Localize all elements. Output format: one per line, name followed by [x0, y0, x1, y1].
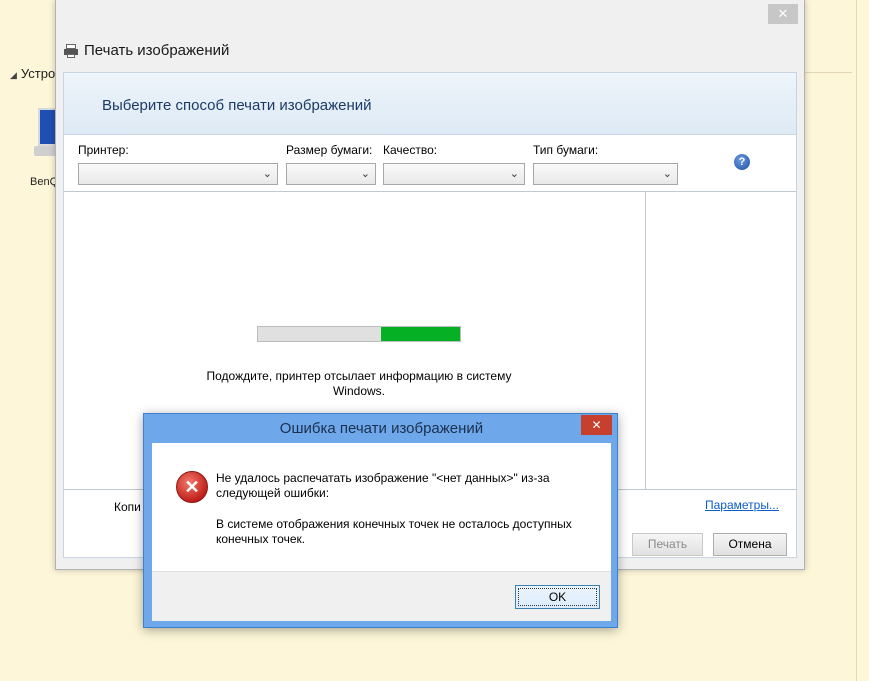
- print-error-dialog: Ошибка печати изображений ✕ ✕ Не удалось…: [143, 413, 618, 628]
- quality-label: Качество:: [383, 143, 438, 157]
- chevron-down-icon: ⌄: [662, 168, 672, 180]
- dialog-body: ✕ Не удалось распечатать изображение "<н…: [152, 443, 611, 571]
- devices-group-label: Устро: [20, 66, 56, 81]
- parameters-link[interactable]: Параметры...: [705, 498, 779, 512]
- error-detail: В системе отображения конечных точек не …: [216, 517, 586, 547]
- layout-options-panel[interactable]: [645, 191, 796, 489]
- chevron-down-icon: ⌄: [509, 168, 519, 180]
- help-icon[interactable]: ?: [734, 154, 750, 170]
- error-detail-line: В системе отображения конечных точек не …: [216, 517, 572, 531]
- collapse-arrow-icon[interactable]: ◢: [10, 70, 17, 80]
- wait-message-line: Подождите, принтер отсылает информацию в…: [206, 369, 512, 383]
- header-banner: Выберите способ печати изображений: [64, 73, 796, 135]
- printer-select[interactable]: ⌄: [78, 163, 278, 185]
- background-window-edge: [856, 0, 857, 681]
- devices-group-header[interactable]: ◢ Устро: [10, 66, 55, 81]
- quality-select[interactable]: ⌄: [383, 163, 525, 185]
- progress-bar: [257, 326, 461, 342]
- group-separator: [800, 72, 852, 73]
- window-close-button[interactable]: ✕: [768, 4, 798, 24]
- paper-size-select[interactable]: ⌄: [286, 163, 376, 185]
- error-message: Не удалось распечатать изображение "<нет…: [216, 471, 576, 501]
- dialog-title: Ошибка печати изображений: [279, 420, 484, 437]
- error-message-line: следующей ошибки:: [216, 486, 330, 500]
- dialog-footer: OK: [152, 571, 611, 621]
- banner-title: Выберите способ печати изображений: [102, 97, 372, 114]
- chevron-down-icon: ⌄: [262, 168, 272, 180]
- wait-message-line: Windows.: [332, 384, 385, 398]
- window-title-bar: Печать изображений: [64, 42, 229, 59]
- print-button[interactable]: Печать: [632, 533, 703, 556]
- error-icon: ✕: [176, 471, 208, 503]
- copies-label: Копи: [114, 500, 141, 514]
- printer-icon: [64, 43, 78, 58]
- ok-button[interactable]: OK: [515, 585, 600, 609]
- paper-size-label: Размер бумаги:: [286, 143, 373, 157]
- error-detail-line: конечных точек.: [216, 532, 306, 546]
- progress-bar-fill: [381, 327, 460, 341]
- printer-label: Принтер:: [78, 143, 129, 157]
- window-title: Печать изображений: [84, 42, 230, 59]
- paper-type-label: Тип бумаги:: [533, 143, 599, 157]
- error-message-line: Не удалось распечатать изображение "<нет…: [216, 471, 550, 485]
- wait-message: Подождите, принтер отсылает информацию в…: [184, 369, 534, 399]
- paper-type-select[interactable]: ⌄: [533, 163, 678, 185]
- device-label[interactable]: BenQ: [30, 176, 58, 188]
- dialog-close-button[interactable]: ✕: [581, 415, 612, 435]
- chevron-down-icon: ⌄: [360, 168, 370, 180]
- cancel-button[interactable]: Отмена: [713, 533, 787, 556]
